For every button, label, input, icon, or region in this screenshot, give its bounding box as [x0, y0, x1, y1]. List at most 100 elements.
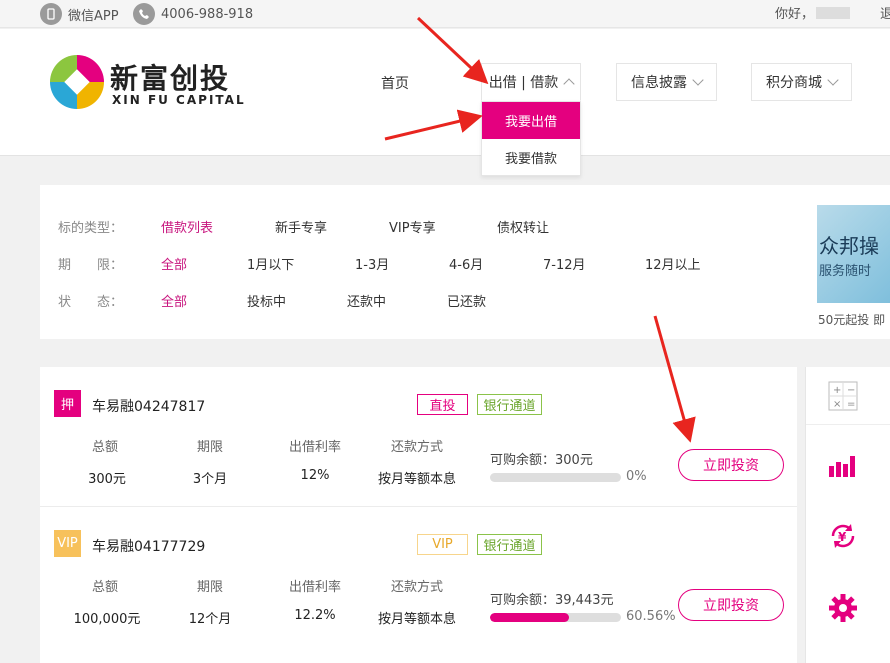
- nav-lend-borrow-label: 出借 | 借款: [488, 75, 559, 91]
- filter-panel: 标的类型： 借款列表 新手专享 VIP专享 债权转让 期 限： 全部 1月以下 …: [40, 185, 797, 339]
- filter-status-option[interactable]: 投标中: [247, 291, 286, 310]
- loan-item: 押 车易融04247817 直投 银行通道 总额 期限 出借利率 还款方式 30…: [40, 367, 797, 507]
- logo-english-name: XIN FU CAPITAL: [112, 93, 246, 107]
- filter-type-label: 标的类型：: [58, 221, 124, 236]
- site-header: 新富创投 XIN FU CAPITAL 首页 出借 | 借款 信息披露 积分商城: [0, 29, 890, 156]
- svg-text:¥: ¥: [838, 530, 847, 544]
- hotline-number: 4006-988-918: [161, 6, 254, 22]
- promo-banner[interactable]: 众邦操 服务随时 50元起投 即: [797, 185, 890, 339]
- filter-term-option[interactable]: 4-6月: [449, 254, 483, 273]
- filter-term-option[interactable]: 12月以上: [645, 254, 701, 273]
- chevron-up-icon: [563, 78, 575, 90]
- user-greeting: 你好，: [775, 3, 851, 22]
- filter-status-option[interactable]: 全部: [161, 291, 187, 310]
- calculator-button[interactable]: + − × =: [806, 367, 890, 425]
- loan-term: 12个月: [188, 612, 232, 627]
- loan-repay: 按月等额本息: [377, 472, 456, 487]
- wechat-app-label: 微信APP: [68, 8, 119, 24]
- dropdown-item-borrow[interactable]: 我要借款: [482, 139, 580, 176]
- svg-text:=: =: [847, 399, 855, 410]
- chevron-down-icon: [827, 74, 839, 86]
- loan-total: 100,000元: [73, 612, 141, 627]
- loan-term: 3个月: [192, 472, 228, 487]
- yuan-refresh-icon: ¥: [831, 524, 855, 548]
- logo-mark-icon: [50, 55, 104, 109]
- chevron-down-icon: [692, 74, 704, 86]
- progress-percent: 0%: [626, 469, 647, 484]
- col-total-label: 总额: [91, 580, 118, 595]
- filter-status-option[interactable]: 已还款: [447, 291, 486, 310]
- vip-badge: VIP: [54, 530, 81, 557]
- stats-button[interactable]: [806, 437, 890, 495]
- col-repay-label: 还款方式: [390, 580, 443, 595]
- svg-text:+: +: [833, 385, 841, 396]
- svg-text:×: ×: [833, 399, 841, 410]
- loan-title[interactable]: 车易融04177729: [92, 536, 205, 556]
- remaining-amount: 可购余额：39,443元: [490, 593, 614, 608]
- collateral-badge: 押: [54, 390, 81, 417]
- nav-disclosure[interactable]: 信息披露: [616, 63, 717, 101]
- logout-label: 退: [880, 7, 890, 22]
- col-repay-label: 还款方式: [390, 440, 443, 455]
- logout-link[interactable]: 退: [880, 3, 890, 22]
- promo-subtitle: 服务随时: [819, 264, 872, 279]
- invest-now-button[interactable]: 立即投资: [678, 449, 784, 481]
- nav-home[interactable]: 首页: [381, 73, 409, 93]
- progress-bar: [490, 473, 621, 482]
- lend-borrow-dropdown: 我要出借 我要借款: [481, 101, 581, 176]
- loan-title[interactable]: 车易融04247817: [92, 396, 205, 416]
- promo-title: 众邦操: [819, 234, 879, 258]
- nav-lend-borrow[interactable]: 出借 | 借款: [481, 63, 581, 101]
- filter-type-option[interactable]: 借款列表: [161, 217, 213, 236]
- bank-channel-tag: 银行通道: [477, 534, 542, 555]
- col-term-label: 期限: [196, 440, 223, 455]
- loan-total: 300元: [88, 472, 126, 487]
- hotline: 4006-988-918: [133, 3, 253, 25]
- filter-term-option[interactable]: 1-3月: [355, 254, 389, 273]
- loan-list: 押 车易融04247817 直投 银行通道 总额 期限 出借利率 还款方式 30…: [40, 367, 797, 663]
- loan-rate: 12%: [300, 468, 330, 483]
- remaining-amount: 可购余额：300元: [490, 453, 593, 468]
- exchange-button[interactable]: ¥: [806, 507, 890, 565]
- settings-button[interactable]: [806, 579, 890, 637]
- filter-term-option[interactable]: 7-12月: [543, 254, 586, 273]
- filter-term-option[interactable]: 1月以下: [247, 254, 294, 273]
- vip-tag: VIP: [417, 534, 468, 555]
- progress-fill: [490, 613, 570, 622]
- svg-text:−: −: [847, 385, 855, 396]
- promo-image: 众邦操 服务随时: [817, 205, 890, 303]
- col-rate-label: 出借利率: [288, 440, 341, 455]
- masked-username: [816, 6, 851, 19]
- site-logo[interactable]: 新富创投 XIN FU CAPITAL: [48, 53, 248, 115]
- phone-device-icon: [40, 3, 62, 25]
- nav-points-mall[interactable]: 积分商城: [751, 63, 852, 101]
- logo-chinese-name: 新富创投: [110, 62, 231, 95]
- filter-term-option[interactable]: 全部: [161, 254, 187, 273]
- filter-type-option[interactable]: VIP专享: [389, 217, 436, 236]
- bank-channel-tag: 银行通道: [477, 394, 542, 415]
- loan-repay: 按月等额本息: [377, 612, 456, 627]
- direct-invest-tag: 直投: [417, 394, 468, 415]
- wechat-app-link[interactable]: 微信APP: [40, 3, 119, 25]
- filter-type-option[interactable]: 债权转让: [497, 217, 549, 236]
- chart-bars-icon: [829, 456, 855, 477]
- col-term-label: 期限: [196, 580, 223, 595]
- progress-bar: [490, 613, 621, 622]
- greeting-text: 你好，: [775, 7, 815, 22]
- promo-footer: 50元起投 即: [818, 313, 886, 327]
- filter-status-label: 状 态：: [58, 295, 124, 310]
- filter-status-option[interactable]: 还款中: [347, 291, 386, 310]
- progress-percent: 60.56%: [626, 609, 676, 624]
- nav-disclosure-label: 信息披露: [631, 75, 687, 91]
- col-total-label: 总额: [91, 440, 118, 455]
- nav-points-mall-label: 积分商城: [766, 75, 822, 91]
- loan-item: VIP 车易融04177729 VIP 银行通道 总额 期限 出借利率 还款方式…: [40, 507, 797, 647]
- filter-type-option[interactable]: 新手专享: [275, 217, 327, 236]
- loan-rate: 12.2%: [294, 608, 336, 623]
- top-bar: 微信APP 4006-988-918 你好， 退: [0, 0, 890, 28]
- dropdown-item-lend[interactable]: 我要出借: [482, 102, 580, 139]
- col-rate-label: 出借利率: [288, 580, 341, 595]
- filter-term-label: 期 限：: [58, 258, 124, 273]
- phone-icon: [133, 3, 155, 25]
- invest-now-button[interactable]: 立即投资: [678, 589, 784, 621]
